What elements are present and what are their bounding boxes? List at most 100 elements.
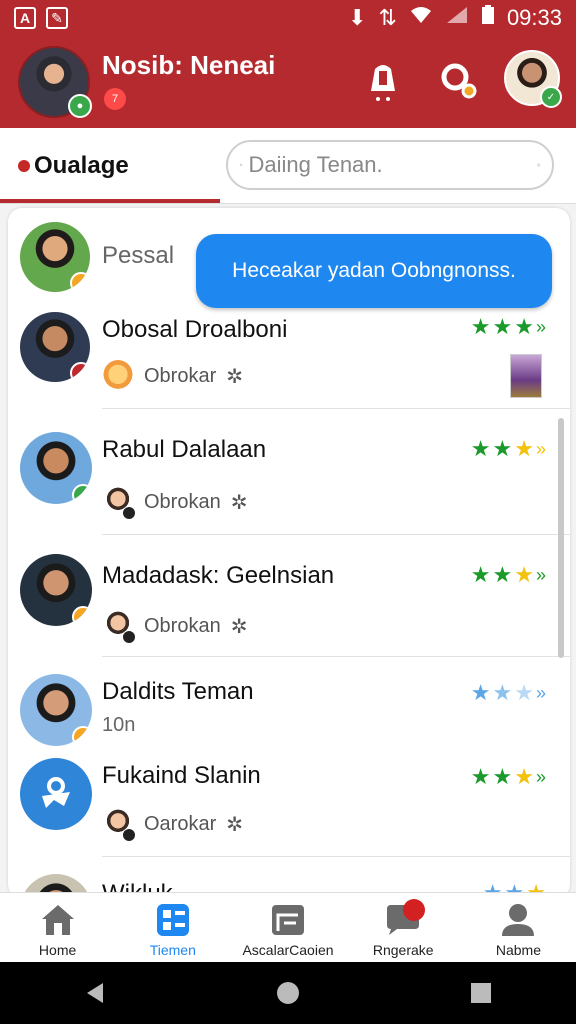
chevron-right-icon: » [535,766,546,787]
contact-name: Daldits Teman [102,678,254,705]
rating-stars: ★ ★ ★ » [471,436,546,462]
search-box[interactable] [226,140,554,190]
avatar: ● [20,674,92,746]
profile-avatar[interactable]: ✓ [504,50,562,108]
avatar: ● [20,554,92,626]
contact-role: Oarokar [144,812,217,835]
status-bar: A ✎ ⬇ ⇅ 09:33 [0,0,576,36]
contact-role: Obrokar [144,364,217,387]
list-item[interactable]: ● Obosal Droalboni Obrokar ✲ ★ ★ ★ » [8,308,570,410]
star-icon: ★ [492,562,513,587]
clock: 09:33 [506,5,562,30]
online-badge-icon: ● [68,94,92,118]
nav-label: AscalarCaoien [242,942,334,958]
app-notification-icon-2: ✎ [46,7,68,29]
download-icon: ⬇ [348,5,367,30]
verified-badge-icon: ✓ [72,484,92,504]
list-item[interactable]: ● Pessal Heceakar yadan Oobngnonss. [8,222,570,308]
recents-icon[interactable] [469,981,493,1005]
notification-badge[interactable]: 7 [104,88,126,110]
avatar [20,758,92,830]
vibrate-icon: ⇅ [378,5,397,30]
sparkle-icon: ✲ [230,491,248,514]
star-icon: ★ [514,764,534,789]
star-icon: ★ [514,562,534,587]
tab-label: Oualage [34,152,129,179]
star-icon: ★ [492,314,513,339]
divider [102,408,570,409]
home-circle-icon[interactable] [274,979,302,1007]
grid-icon [154,902,192,938]
thumbnail-image[interactable] [510,354,542,398]
status-badge-icon: ● [70,362,90,382]
profile-icon [499,902,537,938]
alerts-button[interactable] [360,58,406,104]
star-icon: ★ [492,680,513,705]
tab-bar: Oualage [0,128,576,204]
rating-stars: ★ ★ ★ » [471,680,546,706]
star-icon: ★ [470,680,491,705]
list-item[interactable]: ✓ Rabul Dalalaan Obrokan ✲ ★ ★ ★ » [8,414,570,536]
megaphone-icon [42,777,70,808]
star-icon: ★ [514,680,534,705]
chevron-right-icon: » [535,682,546,703]
star-icon: ★ [492,764,513,789]
avatar: ● [20,222,90,292]
back-icon[interactable] [83,981,107,1005]
nav-home[interactable]: Home [0,893,115,962]
refresh-icon[interactable] [536,151,541,179]
chevron-right-icon: » [535,438,546,459]
sparkle-icon: ✲ [226,813,244,836]
list-item[interactable]: ● Daldits Teman 10n ★ ★ ★ » [8,664,570,746]
contact-name: Rabul Dalalaan [102,436,267,463]
nav-profile[interactable]: Nabme [461,893,576,962]
search-button[interactable] [436,58,482,104]
contact-role: Obrokan [144,614,221,637]
nav-tiemen[interactable]: Tiemen [115,893,230,962]
contact-subtitle: Oarokar ✲ [102,808,244,842]
tab-active[interactable]: Oualage [18,152,129,180]
contact-name: Pessal [102,242,175,269]
status-badge-icon: ● [70,272,90,292]
divider [102,534,570,535]
app-notification-icon: A [14,7,36,29]
sparkle-icon: ✲ [230,615,248,638]
search-icon [441,63,477,99]
app-bar: ● Nosib: Neneai 7 ✓ [0,36,576,128]
system-nav-bar [0,962,576,1024]
list-item[interactable]: ● Madadask: Geelnsian Obrokan ✲ ★ ★ ★ » [8,538,570,660]
message-bubble[interactable]: Heceakar yadan Oobngnonss. [196,234,552,308]
star-icon: ★ [470,764,491,789]
status-badge-icon: ● [72,606,92,626]
contact-role: Obrokan [144,490,221,513]
list-item[interactable]: Fukaind Slanin Oarokar ✲ ★ ★ ★ » [8,748,570,857]
contact-name: Fukaind Slanin [102,762,261,789]
search-input[interactable] [242,152,537,178]
divider [102,856,570,857]
my-avatar[interactable]: ● [18,46,92,118]
nav-chat[interactable]: Rngerake [346,893,461,962]
star-icon: ★ [470,562,491,587]
star-icon: ★ [514,436,534,461]
battery-icon [481,5,495,31]
chevron-right-icon: » [535,316,546,337]
contact-name: Obosal Droalboni [102,316,288,343]
rating-stars: ★ ★ ★ » [471,764,546,790]
signal-icon [445,5,469,31]
bell-icon [371,65,395,101]
star-icon: ★ [514,314,534,339]
mini-avatar [102,808,136,842]
nav-label: Rngerake [372,942,434,958]
divider [102,656,570,657]
verified-badge-icon: ✓ [540,86,562,108]
nav-label: Nabme [495,942,541,958]
mini-avatar [102,486,136,520]
contact-subtitle: Obrokar ✲ [102,360,243,392]
bottom-nav: Home Tiemen AscalarCaoien Rngerake Nabme [0,892,576,962]
star-icon: ★ [470,314,491,339]
tab-indicator [0,199,220,203]
rating-stars: ★ ★ ★ » [471,314,546,340]
scrollbar[interactable] [558,418,564,658]
unread-badge [402,899,425,921]
nav-store[interactable]: AscalarCaoien [230,893,345,962]
